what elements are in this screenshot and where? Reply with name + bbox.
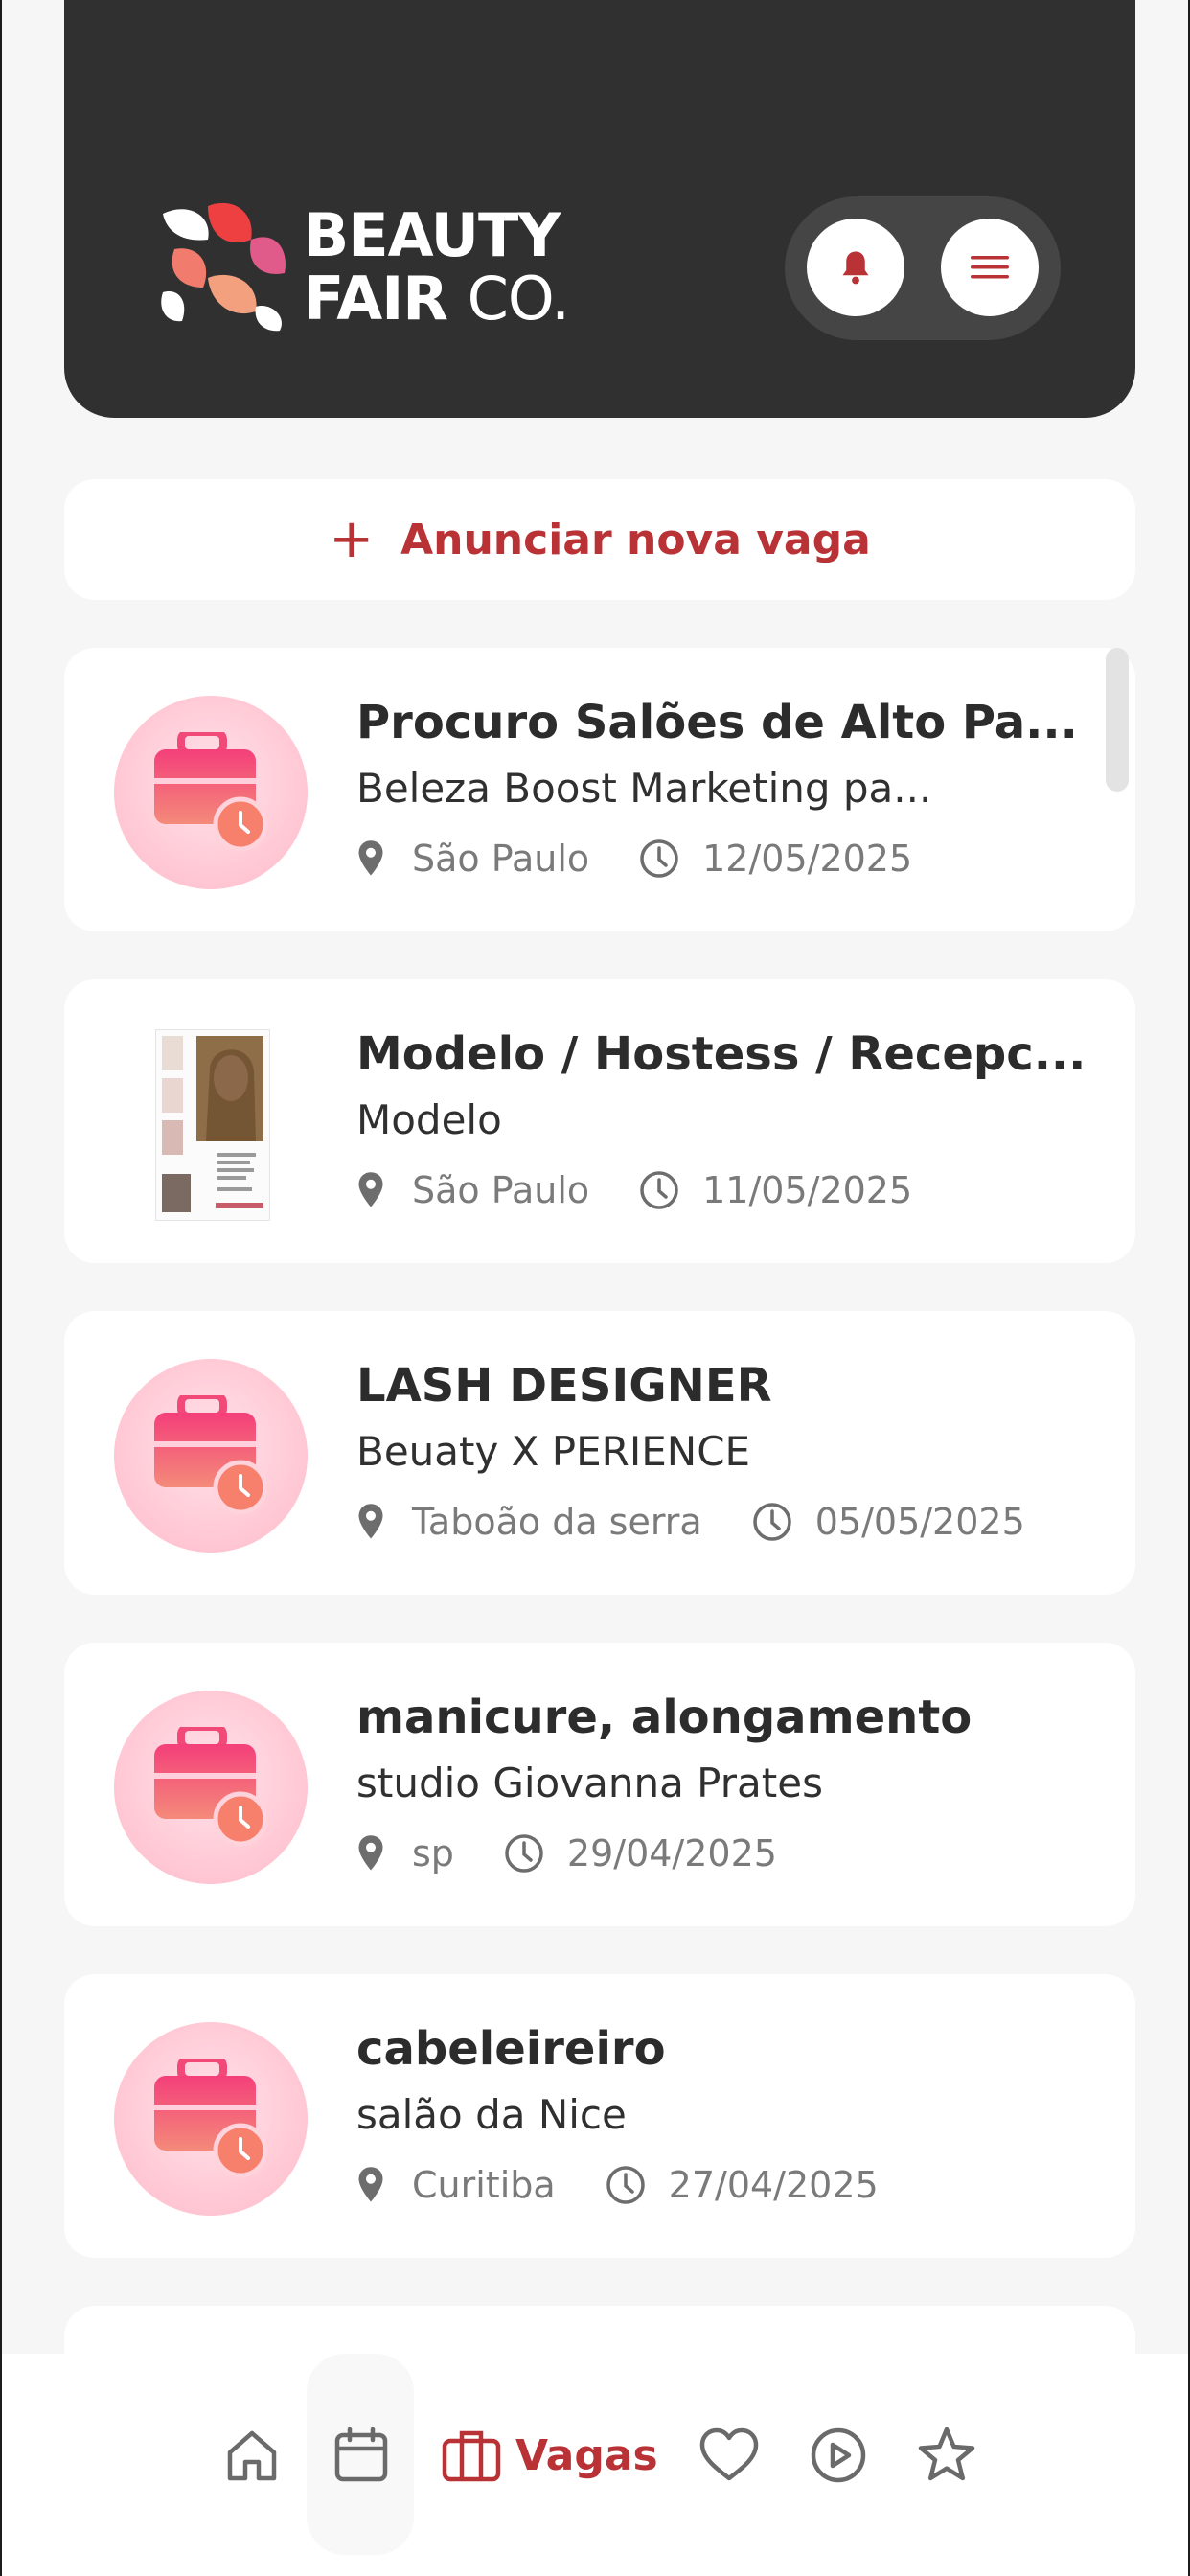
job-location: São Paulo [412, 1169, 590, 1211]
play-circle-icon [811, 2427, 866, 2483]
job-company: Beuaty X PERIENCE [356, 1428, 751, 1475]
job-location: Taboão da serra [412, 1501, 702, 1543]
calendar-icon [334, 2426, 388, 2482]
announce-job-label: Anunciar nova vaga [400, 515, 871, 564]
plus-icon: + [329, 508, 375, 570]
brand-name-line1: BEAUTY [304, 200, 561, 270]
nav-vagas-label: Vagas [515, 2430, 658, 2480]
heart-icon [699, 2427, 759, 2481]
brand-name-fair: FAIR [304, 264, 448, 334]
job-location: São Paulo [412, 838, 590, 880]
brand-name-co: CO. [467, 264, 570, 334]
brand-logo[interactable]: BEAUTY FAIR CO. [155, 196, 570, 340]
job-card[interactable]: manicure, alongamento studio Giovanna Pr… [64, 1643, 1135, 1926]
briefcase-clock-icon [154, 2058, 268, 2178]
job-meta: sp 29/04/2025 [356, 1827, 777, 1880]
brand-name-line2: FAIR CO. [304, 264, 570, 334]
location-pin-icon [358, 1835, 383, 1871]
clock-icon [752, 1503, 791, 1541]
nav-home-button[interactable] [222, 2417, 282, 2494]
job-date: 05/05/2025 [814, 1501, 1025, 1543]
announce-job-button[interactable]: + Anunciar nova vaga [64, 479, 1135, 600]
job-meta: São Paulo 11/05/2025 [356, 1163, 912, 1217]
briefcase-clock-icon [154, 732, 268, 852]
brand-wordmark: BEAUTY FAIR CO. [304, 200, 570, 334]
job-avatar [114, 696, 308, 889]
photo-thumbnail [155, 1029, 270, 1221]
list-scrollbar[interactable] [1106, 648, 1129, 792]
nav-vagas-button[interactable]: Vagas [441, 2417, 658, 2494]
bottom-nav: Vagas [2, 2354, 1188, 2576]
star-icon [918, 2426, 975, 2481]
clock-icon [640, 840, 678, 878]
job-company: Beleza Boost Marketing pa... [356, 765, 932, 812]
job-meta: São Paulo 12/05/2025 [356, 832, 912, 886]
job-card[interactable]: Modelo / Hostess / Recepc... Modelo São … [64, 979, 1135, 1263]
nav-videos-button[interactable] [809, 2417, 868, 2494]
nav-starred-button[interactable] [916, 2417, 977, 2494]
clock-icon [640, 1171, 678, 1209]
job-card[interactable]: LASH DESIGNER Beuaty X PERIENCE Taboão d… [64, 1311, 1135, 1595]
nav-favorites-button[interactable] [698, 2417, 761, 2494]
app-screen: BEAUTY FAIR CO. + Anunciar nova vaga Pro… [0, 0, 1190, 2576]
job-card[interactable]: Procuro Salões de Alto Pa... Beleza Boos… [64, 648, 1135, 932]
menu-button[interactable] [941, 218, 1039, 316]
job-title: cabeleireiro [356, 2022, 666, 2076]
job-meta: Curitiba 27/04/2025 [356, 2158, 879, 2212]
job-location: Curitiba [412, 2164, 556, 2206]
nav-calendar-button[interactable] [332, 2417, 391, 2494]
job-meta: Taboão da serra 05/05/2025 [356, 1495, 1025, 1549]
notifications-button[interactable] [807, 218, 904, 316]
job-title: manicure, alongamento [356, 1690, 973, 1744]
home-icon [227, 2430, 277, 2481]
header-actions [785, 196, 1061, 340]
job-date: 27/04/2025 [668, 2164, 879, 2206]
briefcase-clock-icon [154, 1727, 268, 1847]
job-card[interactable]: cabeleireiro salão da Nice Curitiba 27/0… [64, 1974, 1135, 2258]
job-company: salão da Nice [356, 2091, 627, 2138]
job-date: 11/05/2025 [702, 1169, 913, 1211]
job-location: sp [412, 1832, 454, 1874]
job-avatar [114, 1690, 308, 1884]
clock-icon [606, 2166, 645, 2204]
job-company: studio Giovanna Prates [356, 1760, 823, 1806]
job-date: 12/05/2025 [702, 838, 913, 880]
hamburger-menu-icon [971, 256, 1009, 279]
briefcase-icon [442, 2430, 501, 2482]
job-avatar [114, 2022, 308, 2216]
job-date: 29/04/2025 [566, 1832, 777, 1874]
job-title: LASH DESIGNER [356, 1359, 772, 1413]
location-pin-icon [358, 1172, 383, 1208]
model-photo-image [156, 1030, 269, 1220]
job-company: Modelo [356, 1096, 502, 1143]
job-title: Procuro Salões de Alto Pa... [356, 696, 1078, 749]
job-title: Modelo / Hostess / Recepc... [356, 1027, 1087, 1081]
app-header: BEAUTY FAIR CO. [64, 0, 1135, 418]
location-pin-icon [358, 840, 383, 876]
clock-icon [505, 1834, 543, 1873]
job-avatar [114, 1359, 308, 1552]
logo-mark-icon [161, 202, 286, 332]
location-pin-icon [358, 2167, 383, 2202]
bell-icon [842, 251, 869, 285]
location-pin-icon [358, 1504, 383, 1539]
briefcase-clock-icon [154, 1395, 268, 1515]
